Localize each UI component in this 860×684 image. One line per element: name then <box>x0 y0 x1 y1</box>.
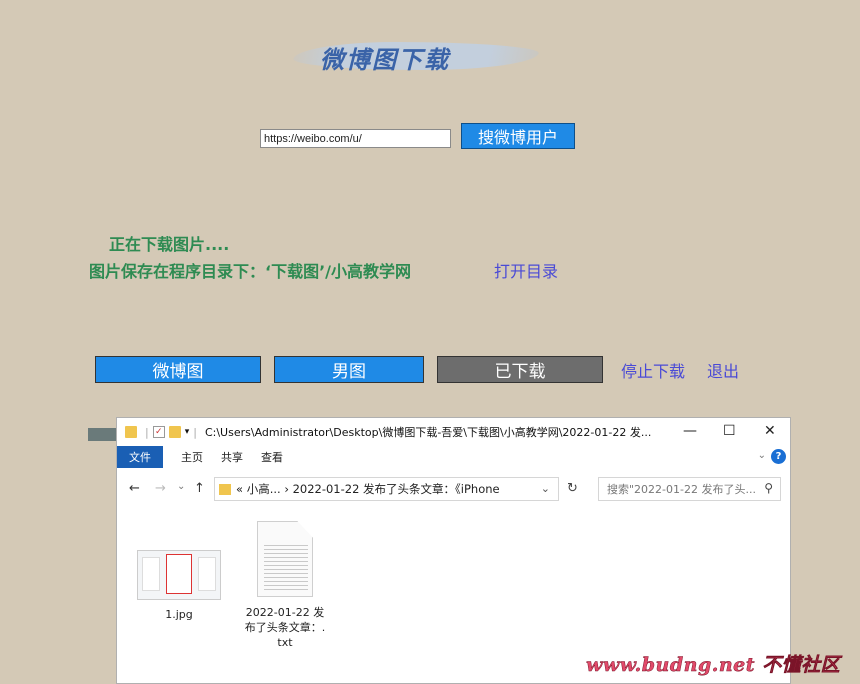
ribbon-bar: 文件 主页 共享 查看 ⌄ ? <box>117 446 790 468</box>
status-downloading: 正在下载图片.... <box>109 235 230 254</box>
up-arrow-icon[interactable]: ↑ <box>194 481 205 496</box>
url-input[interactable] <box>260 129 451 148</box>
file-name: 1.jpg <box>165 608 193 621</box>
quick-access-dropdown-icon[interactable]: ▾ <box>185 427 190 437</box>
new-folder-icon[interactable] <box>168 426 181 438</box>
search-input[interactable]: 搜索"2022-01-22 发布了头... ⚲ <box>598 477 781 501</box>
back-arrow-icon[interactable]: ← <box>129 481 140 496</box>
search-weibo-user-button[interactable]: 搜微博用户 <box>461 123 575 149</box>
tab-share[interactable]: 共享 <box>221 449 243 465</box>
window-title-path: C:\Users\Administrator\Desktop\微博图下载-吾爱\… <box>204 426 652 439</box>
app-title: 微博图下载 <box>320 45 450 74</box>
properties-icon[interactable]: ✓ <box>152 426 165 438</box>
expand-ribbon-icon[interactable]: ⌄ <box>758 450 766 461</box>
address-bar[interactable]: « 小高... › 2022-01-22 发布了头条文章：《iPhone ⌄ <box>214 477 559 501</box>
file-item-txt[interactable]: 2022-01-22 发布了头条文章：.txt <box>243 521 327 650</box>
minimize-button[interactable]: — <box>683 423 697 439</box>
app-title-banner: 微博图下载 <box>290 36 541 76</box>
weibo-images-button[interactable]: 微博图 <box>95 356 261 383</box>
folder-icon <box>125 426 137 438</box>
file-name: 2022-01-22 发布了头条文章：.txt <box>244 606 326 649</box>
stop-download-link[interactable]: 停止下载 <box>621 358 685 382</box>
explorer-titlebar: | ✓ ▾ | C:\Users\Administrator\Desktop\微… <box>117 418 790 446</box>
address-toolbar: ← → ⌄ ↑ « 小高... › 2022-01-22 发布了头条文章：《iP… <box>117 468 790 510</box>
downloaded-button[interactable]: 已下载 <box>437 356 603 383</box>
exit-link[interactable]: 退出 <box>707 358 739 382</box>
refresh-icon[interactable]: ↻ <box>567 481 578 496</box>
maximize-button[interactable]: ☐ <box>723 423 736 439</box>
status-save-location: 图片保存在程序目录下：‘下载图’/小高教学网 <box>89 262 412 281</box>
close-button[interactable]: ✕ <box>764 423 776 439</box>
file-item-jpg[interactable]: 1.jpg <box>134 550 224 621</box>
search-placeholder: 搜索"2022-01-22 发布了头... <box>607 483 756 496</box>
address-folder-icon <box>219 483 231 495</box>
male-images-button[interactable]: 男图 <box>274 356 424 383</box>
tab-home[interactable]: 主页 <box>181 449 203 465</box>
tab-view[interactable]: 查看 <box>261 449 283 465</box>
open-directory-link[interactable]: 打开目录 <box>494 258 558 282</box>
help-icon[interactable]: ? <box>771 449 786 464</box>
recent-locations-icon[interactable]: ⌄ <box>177 481 185 492</box>
text-file-icon <box>257 521 313 597</box>
progress-bar <box>88 428 116 441</box>
address-path: « 小高... › 2022-01-22 发布了头条文章：《iPhone <box>236 482 500 496</box>
address-dropdown-icon[interactable]: ⌄ <box>541 482 550 495</box>
site-watermark: www.budng.net 不懂社区 <box>586 654 841 677</box>
file-explorer-window: | ✓ ▾ | C:\Users\Administrator\Desktop\微… <box>116 417 791 684</box>
search-icon[interactable]: ⚲ <box>764 481 773 495</box>
tab-file[interactable]: 文件 <box>117 446 163 468</box>
forward-arrow-icon[interactable]: → <box>155 481 166 496</box>
image-thumbnail-icon <box>137 550 221 600</box>
